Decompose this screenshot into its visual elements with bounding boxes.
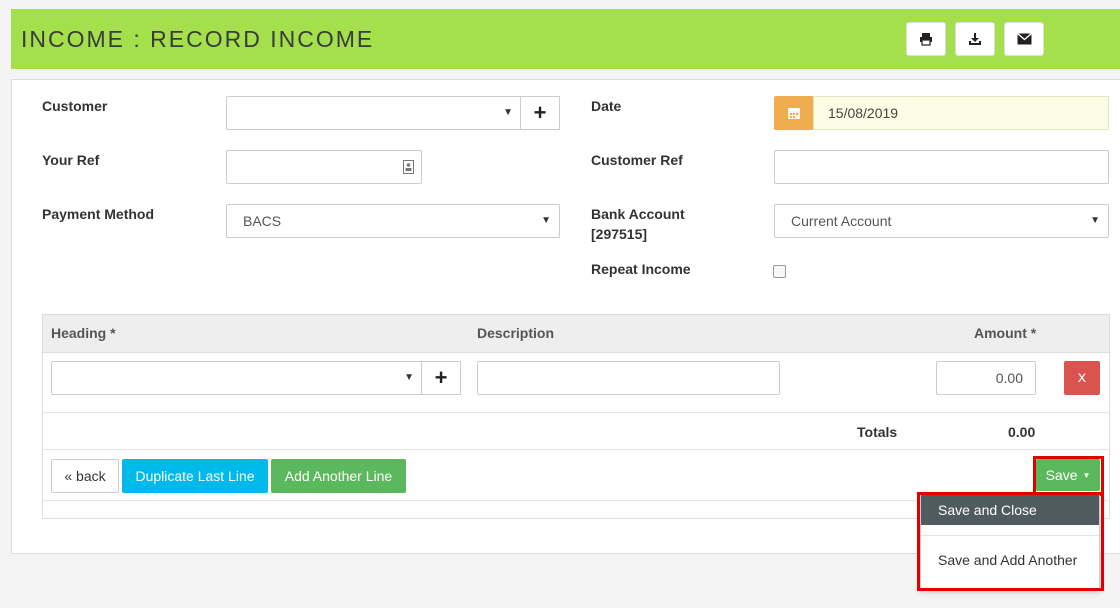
print-icon xyxy=(920,33,932,46)
download-icon xyxy=(969,33,981,45)
customer-label: Customer xyxy=(42,98,108,114)
highlight-box xyxy=(917,492,1104,591)
page-title: INCOME : RECORD INCOME xyxy=(21,26,375,52)
add-another-line-button[interactable]: Add Another Line xyxy=(271,459,406,493)
back-button[interactable]: « back xyxy=(51,459,119,493)
payment-method-select[interactable]: BACS ▼ xyxy=(226,204,560,238)
date-label: Date xyxy=(591,98,622,114)
bank-account-select[interactable]: Current Account ▼ xyxy=(774,204,1109,238)
close-icon: x xyxy=(1078,369,1086,386)
print-button[interactable] xyxy=(906,22,946,56)
your-ref-input[interactable] xyxy=(226,150,422,184)
add-heading-button[interactable]: + xyxy=(421,361,461,395)
column-description: Description xyxy=(477,325,555,341)
description-input[interactable] xyxy=(477,361,780,395)
repeat-income-checkbox[interactable] xyxy=(773,265,786,278)
save-dropdown-button[interactable]: Save ▼ xyxy=(1036,459,1100,491)
chevron-down-icon: ▼ xyxy=(541,215,551,226)
date-input[interactable]: 15/08/2019 xyxy=(813,96,1109,130)
totals-label: Totals xyxy=(857,424,898,440)
totals-value: 0.00 xyxy=(1008,424,1036,440)
repeat-income-label: Repeat Income xyxy=(591,261,691,277)
divider xyxy=(43,449,1109,450)
remove-line-button[interactable]: x xyxy=(1064,361,1100,395)
customer-ref-input[interactable] xyxy=(774,150,1109,184)
download-button[interactable] xyxy=(955,22,995,56)
customer-select[interactable]: ▼ xyxy=(226,96,522,130)
income-lines-table: Heading * Description Amount * ▼ + 0.00 … xyxy=(42,314,1110,519)
table-header: Heading * Description Amount * xyxy=(43,315,1109,353)
column-amount: Amount * xyxy=(974,325,1037,341)
calendar-button[interactable] xyxy=(774,96,814,130)
chevron-down-icon: ▼ xyxy=(404,372,414,383)
calendar-icon xyxy=(788,108,800,119)
duplicate-last-line-button[interactable]: Duplicate Last Line xyxy=(122,459,268,493)
page-header: INCOME : RECORD INCOME xyxy=(11,9,1120,69)
envelope-icon xyxy=(1016,33,1032,45)
contact-card-icon xyxy=(403,160,414,174)
amount-input[interactable]: 0.00 xyxy=(936,361,1036,395)
add-customer-button[interactable]: + xyxy=(520,96,560,130)
plus-icon: + xyxy=(434,365,448,390)
chevron-down-icon: ▼ xyxy=(503,107,513,118)
chevron-down-icon: ▼ xyxy=(1090,215,1100,226)
divider xyxy=(43,412,1109,413)
bank-account-label: Bank Account [297515] xyxy=(591,206,685,242)
column-heading: Heading * xyxy=(51,325,116,341)
heading-select[interactable]: ▼ xyxy=(51,361,423,395)
your-ref-label: Your Ref xyxy=(42,152,100,168)
customer-ref-label: Customer Ref xyxy=(591,152,683,168)
caret-down-icon: ▼ xyxy=(1082,470,1091,480)
form-panel: Customer ▼ + Your Ref Payment Method BAC… xyxy=(11,79,1120,554)
plus-icon: + xyxy=(533,100,547,125)
email-button[interactable] xyxy=(1004,22,1044,56)
payment-method-label: Payment Method xyxy=(42,206,155,222)
